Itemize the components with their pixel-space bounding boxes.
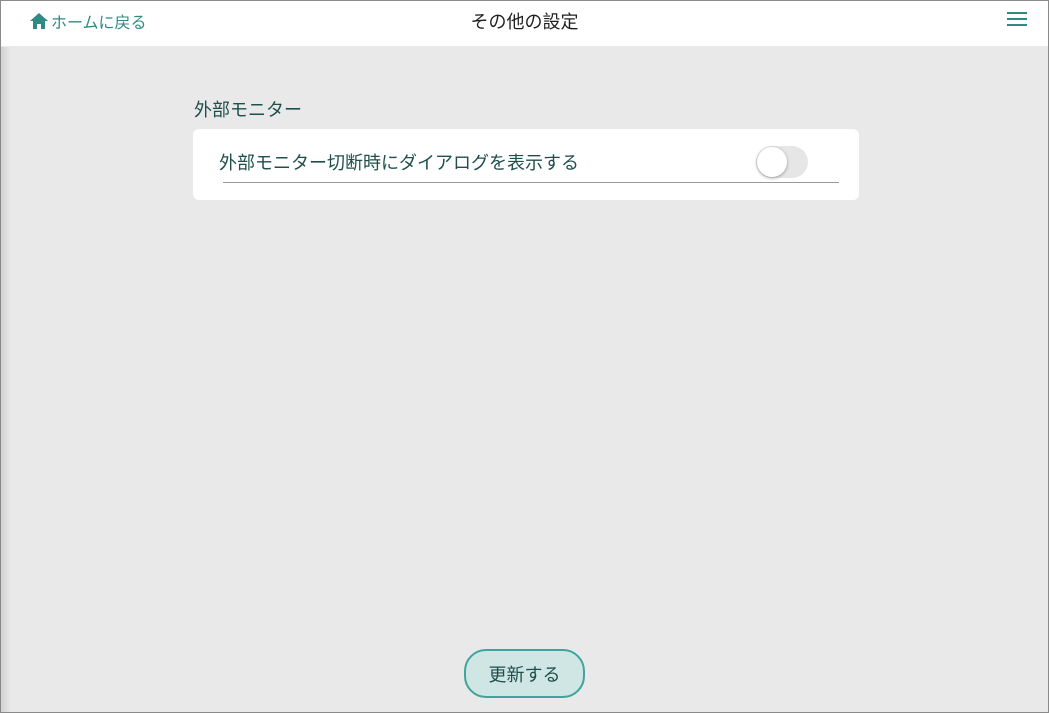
update-button[interactable]: 更新する	[464, 649, 585, 698]
setting-row-label: 外部モニター切断時にダイアログを表示する	[219, 153, 579, 174]
settings-card: 外部モニター切断時にダイアログを表示する	[193, 129, 859, 200]
left-edge-shadow	[1, 47, 11, 712]
settings-screen: ホームに戻る その他の設定 外部モニター 外部モニター切断時にダイアログを表示す…	[0, 0, 1049, 713]
header-bar: ホームに戻る その他の設定	[1, 1, 1048, 46]
row-divider	[223, 182, 839, 183]
page-title: その他の設定	[470, 12, 579, 33]
menu-button[interactable]	[1004, 10, 1030, 32]
hamburger-menu-icon	[1007, 11, 1027, 31]
section-label-external-monitor: 外部モニター	[194, 100, 302, 121]
show-dialog-toggle[interactable]	[756, 146, 808, 178]
toggle-knob	[757, 147, 787, 177]
